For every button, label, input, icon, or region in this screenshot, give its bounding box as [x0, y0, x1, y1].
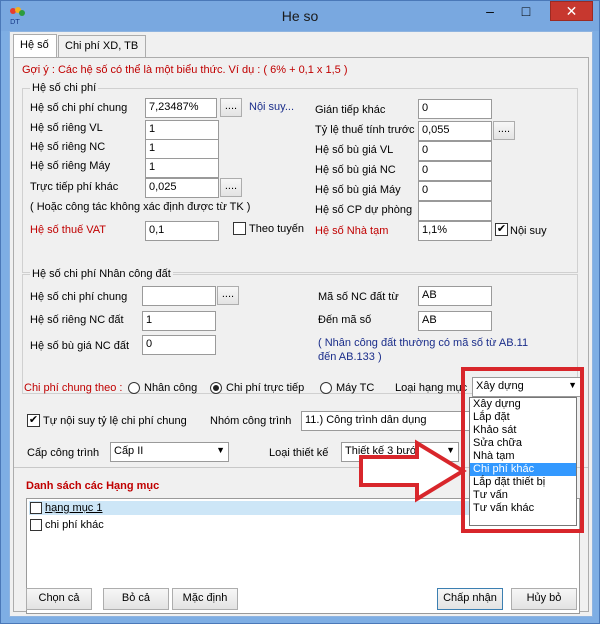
label-bu-gia-nc-dat: Hệ số bù giá NC đất: [30, 340, 130, 352]
input-nha-tam[interactable]: 1,1%: [418, 221, 492, 241]
input-rieng-nc-dat[interactable]: 1: [142, 311, 216, 331]
nhom-cong-trinh-select[interactable]: 11.) Công trình dân dụng: [301, 411, 471, 431]
maximize-button[interactable]: □: [513, 2, 539, 22]
tab-he-so[interactable]: Hệ số: [13, 34, 57, 58]
mac-dinh-button[interactable]: Mặc định: [172, 588, 238, 610]
input-thue-vat[interactable]: 0,1: [145, 221, 219, 241]
nc-chi-phi-chung-ellipsis-button[interactable]: ....: [217, 286, 239, 305]
label-may-tc: Máy TC: [336, 382, 375, 394]
title-bar[interactable]: DT He so – □ ✕: [1, 1, 599, 31]
label-ma-so-tu: Mã số NC đất từ: [318, 291, 399, 303]
hint-text: Gợi ý : Các hệ số có thể là một biểu thứ…: [22, 64, 348, 76]
input-truc-tiep-khac[interactable]: 0,025: [145, 178, 219, 198]
minimize-icon: –: [486, 3, 494, 19]
select-value: 11.) Công trình dân dụng: [305, 414, 427, 426]
tab-chi-phi-xd-tb[interactable]: Chi phí XD, TB: [58, 35, 146, 57]
bo-ca-button[interactable]: Bỏ cả: [103, 588, 169, 610]
label-truc-tiep-khac: Trực tiếp phí khác: [30, 181, 119, 193]
label-bu-gia-may: Hệ số bù giá Máy: [315, 184, 401, 196]
chevron-down-icon: ▼: [216, 445, 225, 455]
group-title: Hệ số chi phí: [30, 82, 99, 94]
dialog-window: DT He so – □ ✕ Hệ số Chi phí XD, TB Gợi …: [0, 0, 600, 624]
select-value: Cấp II: [114, 445, 144, 457]
chi-phi-khac-checkbox[interactable]: [30, 519, 42, 531]
label-cap-cong-trinh: Cấp công trình: [27, 447, 100, 459]
hang-muc-title: Danh sách các Hạng mục: [26, 480, 160, 492]
label-chi-phi-chung: Hệ số chi phí chung: [30, 102, 128, 114]
tu-noi-suy-checkbox[interactable]: ✔: [27, 414, 40, 427]
maximize-icon: □: [521, 3, 531, 19]
huy-bo-button[interactable]: Hủy bỏ: [511, 588, 577, 610]
annotation-highlight-box: [461, 367, 584, 533]
label-rieng-nc: Hệ số riêng NC: [30, 141, 106, 153]
input-gian-tiep-khac[interactable]: 0: [418, 99, 492, 119]
radio-may-tc[interactable]: [320, 382, 332, 394]
hang-muc-1-checkbox[interactable]: [30, 502, 42, 514]
tab-label: Chi phí XD, TB: [65, 40, 139, 52]
input-bu-gia-nc-dat[interactable]: 0: [142, 335, 216, 355]
input-rieng-may[interactable]: 1: [145, 158, 219, 178]
note-ma-so: ( Nhân công đất thường có mã số từ AB.11…: [318, 337, 529, 363]
label-nha-tam: Hệ số Nhà tạm: [315, 225, 389, 237]
window-title: He so: [281, 8, 319, 24]
label-chi-phi-chung-theo: Chi phí chung theo :: [24, 382, 123, 394]
label-den-ma-so: Đến mã số: [318, 314, 372, 326]
note-truc-tiep-khac: ( Hoặc công tác không xác định được từ T…: [30, 201, 251, 213]
label-nhom-cong-trinh: Nhóm công trình: [210, 415, 292, 427]
label-chi-phi-truc-tiep: Chi phí trực tiếp: [226, 382, 305, 394]
label-loai-hang-muc: Loại hạng mục: [395, 382, 468, 394]
input-rieng-nc[interactable]: 1: [145, 139, 219, 159]
label-rieng-may: Hệ số riêng Máy: [30, 160, 111, 172]
label-theo-tuyen: Theo tuyến: [249, 223, 305, 235]
radio-chi-phi-truc-tiep[interactable]: [210, 382, 222, 394]
list-item[interactable]: chi phí khác: [45, 519, 104, 531]
label-cp-du-phong: Hệ số CP dự phòng: [315, 204, 413, 216]
label-nc-chi-phi-chung: Hệ số chi phí chung: [30, 291, 128, 303]
input-cp-du-phong[interactable]: [418, 201, 492, 221]
minimize-button[interactable]: –: [477, 2, 503, 22]
chon-ca-button[interactable]: Chọn cả: [26, 588, 92, 610]
input-ma-so-tu[interactable]: AB: [418, 286, 492, 306]
input-chi-phi-chung[interactable]: 7,23487%: [145, 98, 217, 118]
label-ty-le-thue: Tỷ lệ thuế tính trước: [315, 124, 415, 136]
list-item[interactable]: hạng mục 1: [45, 502, 102, 514]
close-button[interactable]: ✕: [550, 1, 593, 21]
close-icon: ✕: [565, 3, 578, 19]
theo-tuyen-checkbox[interactable]: [233, 222, 246, 235]
noi-suy-checkbox[interactable]: ✔: [495, 223, 508, 236]
label-tu-noi-suy: Tự nội suy tỷ lệ chi phí chung: [43, 415, 187, 427]
input-rieng-vl[interactable]: 1: [145, 120, 219, 140]
radio-nhan-cong[interactable]: [128, 382, 140, 394]
tab-label: Hệ số: [20, 39, 49, 51]
input-ty-le-thue[interactable]: 0,055: [418, 121, 492, 141]
chi-phi-chung-ellipsis-button[interactable]: ....: [220, 98, 242, 117]
label-rieng-nc-dat: Hệ số riêng NC đất: [30, 314, 124, 326]
noi-suy-link[interactable]: Nội suy...: [249, 101, 294, 113]
input-nc-chi-phi-chung[interactable]: [142, 286, 216, 306]
label-bu-gia-nc: Hệ số bù giá NC: [315, 164, 396, 176]
input-bu-gia-nc[interactable]: 0: [418, 161, 492, 181]
annotation-arrow-icon: [359, 439, 467, 503]
truc-tiep-khac-ellipsis-button[interactable]: ....: [220, 178, 242, 197]
group-title: Hệ số chi phí Nhân công đất: [30, 268, 173, 280]
label-loai-thiet-ke: Loại thiết kế: [269, 447, 329, 459]
label-thue-vat: Hệ số thuế VAT: [30, 224, 107, 236]
input-bu-gia-vl[interactable]: 0: [418, 141, 492, 161]
ty-le-thue-ellipsis-button[interactable]: ....: [493, 121, 515, 140]
label-rieng-vl: Hệ số riêng VL: [30, 122, 103, 134]
input-bu-gia-may[interactable]: 0: [418, 181, 492, 201]
chap-nhan-button[interactable]: Chấp nhận: [437, 588, 503, 610]
label-nhan-cong: Nhân công: [144, 382, 198, 394]
label-gian-tiep-khac: Gián tiếp khác: [315, 104, 386, 116]
cap-cong-trinh-select[interactable]: Cấp II ▼: [110, 442, 229, 462]
input-den-ma-so[interactable]: AB: [418, 311, 492, 331]
label-bu-gia-vl: Hệ số bù giá VL: [315, 144, 394, 156]
label-noi-suy: Nội suy: [510, 225, 547, 237]
